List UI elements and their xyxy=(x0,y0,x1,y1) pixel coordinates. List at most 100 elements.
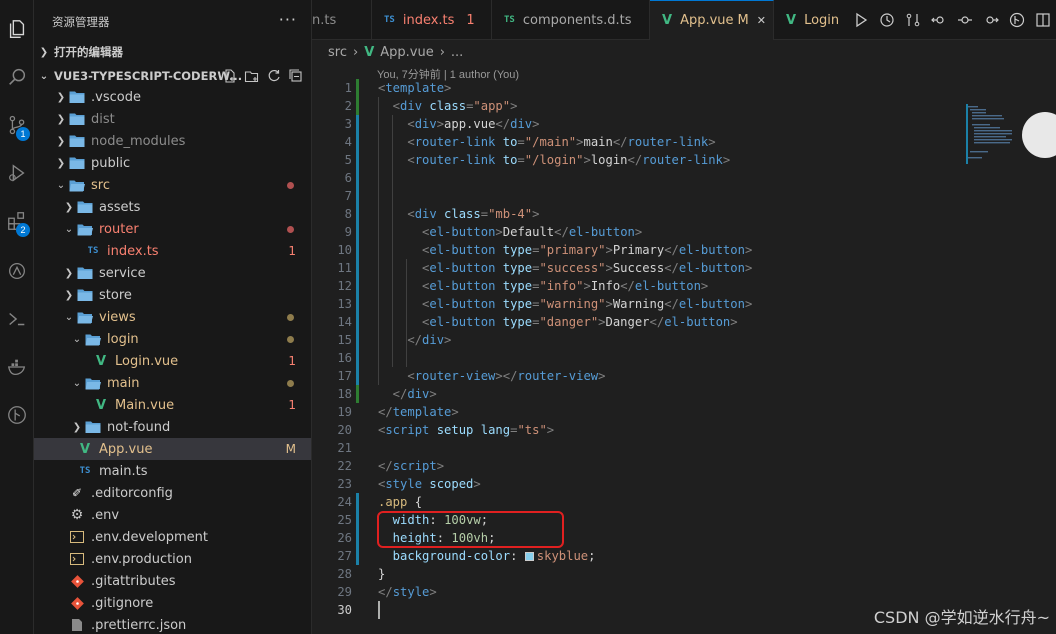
minimap[interactable] xyxy=(966,104,1026,164)
tree-item[interactable]: ❯ store xyxy=(34,284,311,306)
code-line[interactable]: 28} xyxy=(312,565,1056,583)
code-line[interactable]: 16 xyxy=(312,349,1056,367)
code-line[interactable]: 13 <el-button type="warning">Warning</el… xyxy=(312,295,1056,313)
code-line[interactable]: 2 <div class="app"> xyxy=(312,97,1056,115)
code-line[interactable]: 20 <script setup lang="ts"> xyxy=(312,421,1056,439)
compare-changes-icon[interactable] xyxy=(900,7,926,33)
tree-item[interactable]: .env.development xyxy=(34,526,311,548)
docker-icon[interactable] xyxy=(0,350,34,384)
code-line[interactable]: 29 </style> xyxy=(312,583,1056,601)
run-icon[interactable] xyxy=(848,7,874,33)
code-line[interactable]: 4 <router-link to="/main">main</router-l… xyxy=(312,133,1056,151)
tree-item[interactable]: V Main.vue 1 xyxy=(34,394,311,416)
code-line[interactable]: 8 <div class="mb-4"> xyxy=(312,205,1056,223)
search-icon[interactable] xyxy=(0,60,34,94)
git-change-gutter[interactable] xyxy=(356,313,359,331)
tree-item[interactable]: ❯ not-found xyxy=(34,416,311,438)
git-change-gutter[interactable] xyxy=(356,385,359,403)
git-change-gutter[interactable] xyxy=(356,79,359,97)
code-line[interactable]: 15 </div> xyxy=(312,331,1056,349)
code-line[interactable]: 7 xyxy=(312,187,1056,205)
tree-item[interactable]: ⌄ router xyxy=(34,218,311,240)
git-change-gutter[interactable] xyxy=(356,187,359,205)
code-line[interactable]: 3 <div>app.vue</div> xyxy=(312,115,1056,133)
git-change-gutter[interactable] xyxy=(356,205,359,223)
code-line[interactable]: 19 </template> xyxy=(312,403,1056,421)
tree-item[interactable]: TS main.ts xyxy=(34,460,311,482)
code-line[interactable]: 17 <router-view></router-view> xyxy=(312,367,1056,385)
git-change-gutter[interactable] xyxy=(356,169,359,187)
tree-item[interactable]: ⌄ login xyxy=(34,328,311,350)
tree-item[interactable]: ❯ assets xyxy=(34,196,311,218)
tree-item[interactable]: ⌄ views xyxy=(34,306,311,328)
tree-item[interactable]: ⌄ src xyxy=(34,174,311,196)
code-line[interactable]: 21 xyxy=(312,439,1056,457)
git-change-gutter[interactable] xyxy=(356,367,359,385)
code-line[interactable]: 10 <el-button type="primary">Primary</el… xyxy=(312,241,1056,259)
git-change-gutter[interactable] xyxy=(356,259,359,277)
extensions-icon[interactable]: 2 xyxy=(0,204,34,238)
run-debug-icon[interactable] xyxy=(0,156,34,190)
new-file-icon[interactable] xyxy=(222,68,238,84)
code-line[interactable]: 22 </script> xyxy=(312,457,1056,475)
open-editors-section[interactable]: ❯ 打开的编辑器 xyxy=(34,41,311,63)
tree-item[interactable]: V Login.vue 1 xyxy=(34,350,311,372)
git-change-gutter[interactable] xyxy=(356,295,359,313)
git-change-gutter[interactable] xyxy=(356,115,359,133)
tree-item[interactable]: .prettierrc.json xyxy=(34,614,311,634)
collapse-all-icon[interactable] xyxy=(288,68,304,84)
breadcrumb-more[interactable]: ... xyxy=(451,45,463,60)
refresh-icon[interactable] xyxy=(266,68,282,84)
git-change-gutter[interactable] xyxy=(356,529,359,547)
tree-item[interactable]: ❯ public xyxy=(34,152,311,174)
git-change-gutter[interactable] xyxy=(356,151,359,169)
tab-login[interactable]: V Login xyxy=(774,0,846,40)
code-line[interactable]: 24 .app { xyxy=(312,493,1056,511)
git-change-gutter[interactable] xyxy=(356,547,359,565)
code-line[interactable]: 14 <el-button type="danger">Danger</el-b… xyxy=(312,313,1056,331)
breadcrumb-folder[interactable]: src xyxy=(328,45,347,60)
tree-item[interactable]: ❯ dist xyxy=(34,108,311,130)
git-history-icon[interactable] xyxy=(1004,7,1030,33)
code-line[interactable]: 23 <style scoped> xyxy=(312,475,1056,493)
tree-item[interactable]: ❯ node_modules xyxy=(34,130,311,152)
tree-item[interactable]: TS index.ts 1 xyxy=(34,240,311,262)
tree-item[interactable]: ❯ service xyxy=(34,262,311,284)
tab-index-ts[interactable]: TS index.ts 1 xyxy=(372,0,492,40)
tree-item[interactable]: .gitattributes xyxy=(34,570,311,592)
split-editor-icon[interactable] xyxy=(1030,7,1056,33)
tree-item[interactable]: ❯ .vscode xyxy=(34,86,311,108)
explorer-icon[interactable] xyxy=(0,12,34,46)
code-line[interactable]: 11 <el-button type="success">Success</el… xyxy=(312,259,1056,277)
new-folder-icon[interactable] xyxy=(244,68,260,84)
tree-item[interactable]: ⚙ .env xyxy=(34,504,311,526)
git-change-gutter[interactable] xyxy=(356,349,359,367)
git-change-gutter[interactable] xyxy=(356,511,359,529)
testing-icon[interactable] xyxy=(0,302,34,336)
workspace-section[interactable]: ⌄ VUE3-TYPESCRIPT-CODERW... xyxy=(34,65,311,87)
git-change-gutter[interactable] xyxy=(356,331,359,349)
tree-item[interactable]: ✐ .editorconfig xyxy=(34,482,311,504)
tree-item[interactable]: V App.vue M xyxy=(34,438,311,460)
tab-components-d-ts[interactable]: TS components.d.ts xyxy=(492,0,650,40)
code-line[interactable]: 18 </div> xyxy=(312,385,1056,403)
source-control-icon[interactable]: 1 xyxy=(0,108,34,142)
color-swatch[interactable] xyxy=(524,552,534,561)
git-change-gutter[interactable] xyxy=(356,241,359,259)
close-tab-icon[interactable]: ✕ xyxy=(757,14,766,27)
breadcrumb-file[interactable]: App.vue xyxy=(380,45,433,60)
tree-item[interactable]: .env.production xyxy=(34,548,311,570)
tab-app-vue[interactable]: V App.vue M ✕ xyxy=(650,0,774,40)
more-actions-icon[interactable]: ··· xyxy=(279,10,297,29)
timeline-icon[interactable] xyxy=(874,7,900,33)
code-line[interactable]: 9 <el-button>Default</el-button> xyxy=(312,223,1056,241)
code-line[interactable]: 27 background-color: skyblue; xyxy=(312,547,1056,565)
git-graph-icon[interactable] xyxy=(0,398,34,432)
code-line[interactable]: 6 xyxy=(312,169,1056,187)
git-change-gutter[interactable] xyxy=(356,493,359,511)
remote-explorer-icon[interactable] xyxy=(0,254,34,288)
tree-item[interactable]: .gitignore xyxy=(34,592,311,614)
code-line[interactable]: 1 <template> xyxy=(312,79,1056,97)
tab-partial[interactable]: n.ts xyxy=(312,0,372,40)
code-line[interactable]: 5 <router-link to="/login">login</router… xyxy=(312,151,1056,169)
